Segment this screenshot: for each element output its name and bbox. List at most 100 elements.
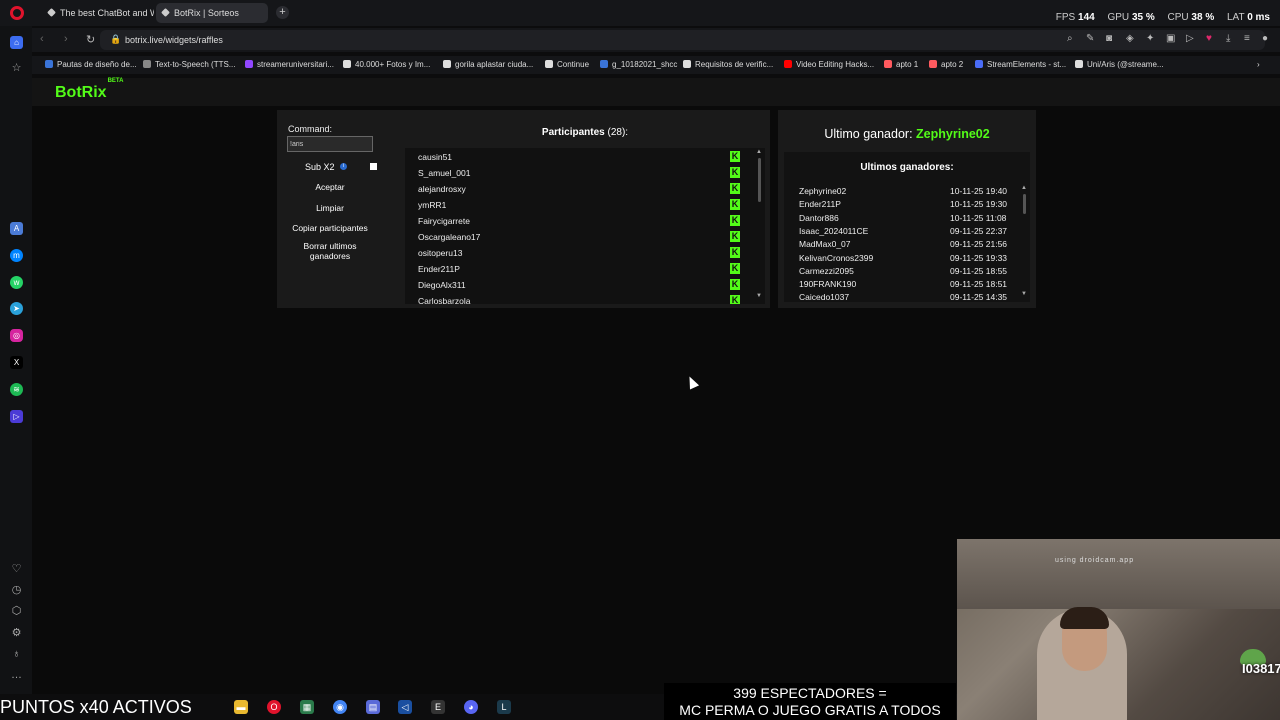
streamer-hair — [1060, 607, 1109, 629]
discord-icon[interactable]: ◕ — [464, 700, 478, 714]
league-icon[interactable]: L — [497, 700, 511, 714]
viewers-line-2: MC PERMA O JUEGO GRATIS A TODOS — [679, 702, 941, 718]
bookmark-item[interactable]: gorila aplastar ciuda... — [443, 60, 533, 69]
opera-taskbar-icon[interactable]: O — [267, 700, 281, 714]
bookmark-item[interactable]: Video Editing Hacks... — [784, 60, 874, 69]
bookmark-item[interactable]: Pautas de diseño de... — [45, 60, 137, 69]
url-text[interactable]: botrix.live/widgets/raffles — [125, 35, 223, 45]
extension-icon[interactable]: ✦ — [1146, 33, 1154, 44]
kick-platform-icon: K — [730, 295, 740, 304]
clear-button[interactable]: Limpiar — [287, 203, 373, 213]
bookmark-favicon-icon — [929, 60, 937, 68]
profile-icon[interactable]: ● — [1262, 33, 1268, 44]
winners-scrollbar[interactable] — [1023, 194, 1026, 214]
bookmark-label: 40.000+ Fotos y Im... — [355, 60, 431, 69]
tab-label: BotRix | Sorteos — [174, 8, 239, 18]
bookmark-label: streameruniversitari... — [257, 60, 334, 69]
cube-icon[interactable]: ▣ — [1166, 33, 1175, 44]
participants-scrollbar[interactable] — [758, 158, 761, 202]
bookmark-item[interactable]: Uni/Aris (@streame... — [1075, 60, 1164, 69]
bookmark-label: apto 1 — [896, 60, 919, 69]
bookmark-item[interactable]: streameruniversitari... — [245, 60, 334, 69]
botrix-logo[interactable]: BotRixBETA — [55, 78, 123, 102]
bookmark-favicon-icon — [975, 60, 983, 68]
bookmark-item[interactable]: Text-to-Speech (TTS... — [143, 60, 235, 69]
player-icon[interactable]: ▷ — [10, 410, 23, 423]
menu-icon[interactable]: ≡ — [1244, 33, 1250, 44]
winner-name: 190FRANK190 — [799, 279, 857, 290]
bookmark-item[interactable]: 40.000+ Fotos y Im... — [343, 60, 430, 69]
download-icon[interactable]: ⤓ — [1226, 33, 1230, 44]
bookmark-item[interactable]: StreamElements - st... — [975, 60, 1066, 69]
tab-botrix-sorteos[interactable]: BotRix | Sorteos — [156, 3, 268, 23]
spotify-icon[interactable]: ≋ — [10, 383, 23, 396]
extensions-icon[interactable]: ⬡ — [10, 605, 23, 618]
messenger-icon[interactable]: m — [10, 249, 23, 262]
scroll-up-icon[interactable]: ▲ — [1021, 185, 1027, 191]
play-icon[interactable]: ▷ — [1186, 33, 1194, 44]
kick-platform-icon: K — [730, 215, 740, 226]
copy-participants-button[interactable]: Copiar participantes — [287, 223, 373, 233]
aria-icon[interactable]: A — [10, 222, 23, 235]
accept-button[interactable]: Aceptar — [287, 182, 373, 192]
scroll-up-icon[interactable]: ▲ — [756, 149, 762, 155]
opera-logo-icon[interactable] — [10, 6, 24, 20]
window-icon[interactable]: ▤ — [366, 700, 380, 714]
webcam-overlay: using droidcam.app I03817 — [957, 539, 1280, 720]
delete-winners-button[interactable]: Borrar ultimos ganadores — [287, 241, 373, 261]
telegram-icon[interactable]: ➤ — [10, 302, 23, 315]
scroll-down-icon[interactable]: ▼ — [1021, 291, 1027, 297]
settings-icon[interactable]: ⚙ — [10, 627, 23, 640]
bookmark-favicon-icon — [545, 60, 553, 68]
history-icon[interactable]: ◷ — [10, 584, 23, 597]
sub-x2-checkbox[interactable] — [370, 163, 377, 170]
bookmarks-more-icon[interactable]: › — [1257, 60, 1260, 69]
scroll-down-icon[interactable]: ▼ — [756, 293, 762, 299]
winner-date: 10-11-25 11:08 — [950, 212, 1007, 223]
reload-icon[interactable]: ↻ — [86, 33, 95, 46]
chrome-icon[interactable]: ◉ — [333, 700, 347, 714]
camera-icon[interactable]: ◙ — [1106, 33, 1112, 44]
epic-games-icon[interactable]: E — [431, 700, 445, 714]
shield-icon[interactable]: ◈ — [1126, 33, 1134, 44]
whatsapp-icon[interactable]: w — [10, 276, 23, 289]
participants-title-text: Participantes — [541, 127, 605, 138]
more-icon[interactable]: … — [10, 669, 23, 682]
participants-count: (28): — [607, 127, 629, 138]
command-input[interactable] — [287, 136, 373, 152]
file-explorer-icon[interactable]: ▬ — [234, 700, 248, 714]
x-twitter-icon[interactable]: X — [10, 356, 23, 369]
new-tab-button[interactable]: + — [276, 6, 289, 19]
instagram-icon[interactable]: ◎ — [10, 329, 23, 342]
winner-name: Ender211P — [799, 199, 841, 210]
participants-list[interactable]: causin51 K S_amuel_001 Kalejandrosxy KymRR1 K… — [405, 148, 765, 304]
tips-icon[interactable]: ♁ — [10, 648, 23, 661]
kick-platform-icon: K — [730, 279, 740, 290]
bookmark-item[interactable]: apto 2 — [929, 60, 963, 69]
app-icon[interactable]: ▦ — [300, 700, 314, 714]
edit-icon[interactable]: ✎ — [1086, 33, 1094, 44]
lat-value: 0 ms — [1247, 12, 1270, 23]
favorites-icon[interactable]: ♡ — [10, 563, 23, 576]
home-icon[interactable]: ⌂ — [10, 36, 23, 49]
speed-dial-icon[interactable]: ☆ — [10, 62, 23, 75]
bookmark-item[interactable]: Continue — [545, 60, 589, 69]
participant-row: Ender211P — [418, 264, 460, 274]
tab-chatbot[interactable]: The best ChatBot and Wi — [42, 3, 154, 23]
lock-icon: 🔒 — [110, 34, 122, 44]
heart-icon[interactable]: ♥ — [1206, 33, 1212, 44]
info-icon[interactable]: i — [340, 163, 347, 170]
logo-text: BotRix — [55, 84, 107, 101]
winner-name: Dantor886 — [799, 212, 839, 223]
participant-row: alejandrosxy — [418, 184, 466, 194]
vscode-icon[interactable]: ◁ — [398, 700, 412, 714]
forward-icon[interactable]: › — [64, 33, 68, 45]
back-icon[interactable]: ‹ — [40, 33, 44, 45]
bookmark-item[interactable]: g_10182021_shcc — [600, 60, 677, 69]
bookmark-label: Requisitos de verific... — [695, 60, 774, 69]
last-winner-label: Ultimo ganador: — [824, 127, 913, 141]
bookmark-item[interactable]: apto 1 — [884, 60, 918, 69]
bookmark-item[interactable]: Requisitos de verific... — [683, 60, 773, 69]
bookmark-favicon-icon — [143, 60, 151, 68]
search-icon[interactable]: ⌕ — [1067, 33, 1073, 44]
